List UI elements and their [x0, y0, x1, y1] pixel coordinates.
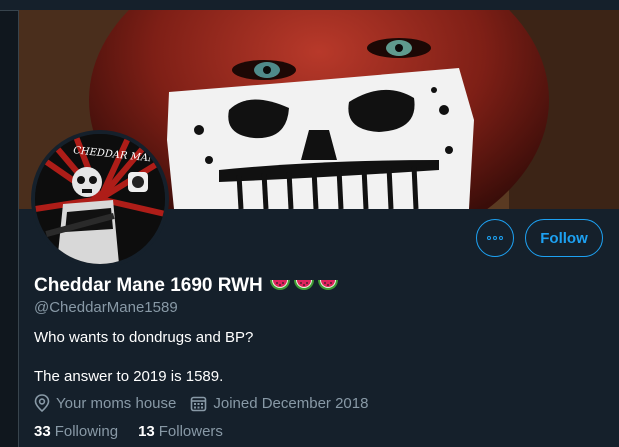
more-icon — [487, 236, 491, 240]
profile-stats: 33 Following 13 Followers — [34, 423, 243, 440]
profile-handle: @CheddarMane1589 — [34, 299, 178, 316]
profile-page: CHEDDAR MANE Follow Cheddar Mane 1690 RW… — [0, 0, 619, 447]
followers-link[interactable]: 13 Followers — [138, 423, 223, 440]
display-name: Cheddar Mane 1690 RWH — [34, 275, 263, 296]
more-icon — [499, 236, 503, 240]
watermelon-icon — [293, 280, 314, 290]
location-text: Your moms house — [56, 394, 177, 412]
joined-text: Joined December 2018 — [213, 394, 369, 412]
joined-item: Joined December 2018 — [190, 395, 368, 412]
calendar-icon — [191, 396, 207, 411]
more-options-button[interactable] — [476, 219, 514, 257]
follow-button[interactable]: Follow — [525, 219, 603, 257]
watermelon-icon — [269, 280, 290, 290]
profile-avatar[interactable]: CHEDDAR MANE — [31, 130, 169, 268]
profile-column: CHEDDAR MANE Follow Cheddar Mane 1690 RW… — [18, 10, 619, 447]
profile-bio: Who wants to dondrugs and BP? The answer… — [34, 328, 253, 387]
following-label: Following — [54, 423, 119, 440]
avatar-image: CHEDDAR MANE — [35, 134, 165, 264]
watermelon-icon — [317, 280, 338, 290]
bio-line: The answer to 2019 is 1589. — [34, 368, 224, 385]
followers-label: Followers — [158, 423, 223, 440]
more-icon — [493, 236, 497, 240]
followers-count: 13 — [138, 423, 155, 440]
following-count: 33 — [34, 423, 51, 440]
following-link[interactable]: 33 Following — [34, 423, 118, 440]
location-pin-icon — [34, 394, 50, 412]
profile-name-row: Cheddar Mane 1690 RWH — [34, 275, 341, 297]
bio-line: Who wants to dondrugs and BP? — [34, 329, 254, 346]
location-item: Your moms house — [34, 394, 176, 412]
left-gutter — [0, 0, 18, 447]
name-emoji-group — [269, 278, 341, 294]
profile-meta: Your moms house Joined December 2018 — [34, 394, 382, 412]
